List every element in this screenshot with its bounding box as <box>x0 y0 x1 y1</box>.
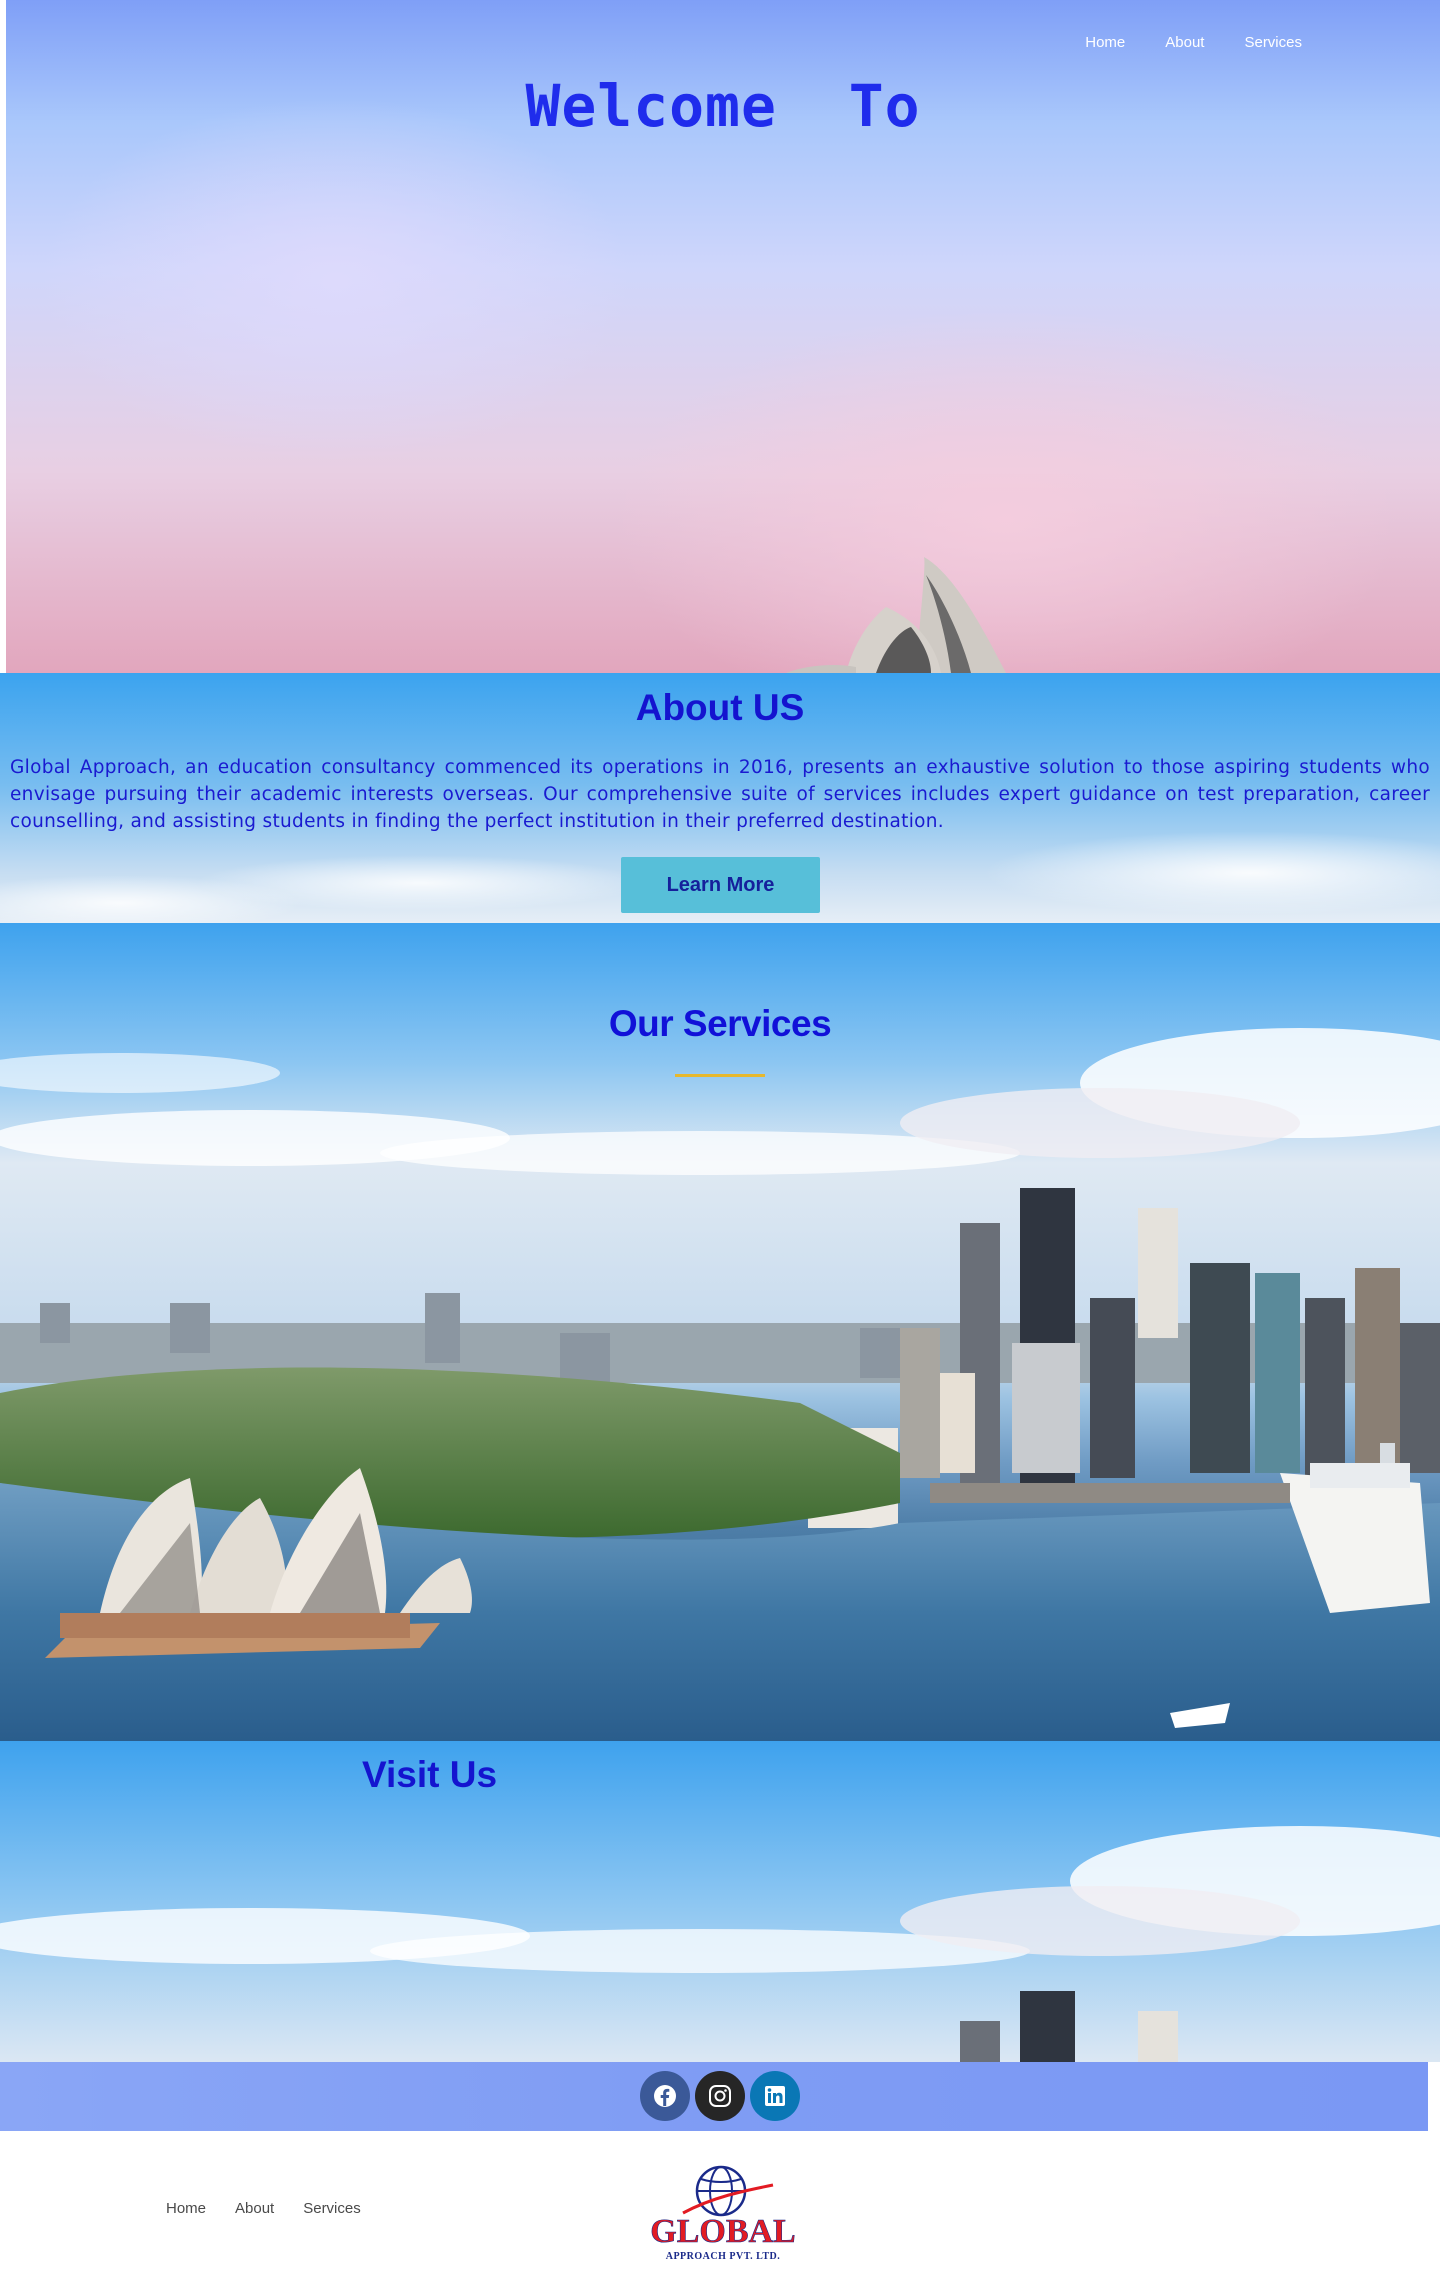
footer: Home About Services GLOBAL APPROACH PVT.… <box>0 2131 1440 2277</box>
about-description: Global Approach, an education consultanc… <box>10 757 1430 832</box>
about-title: About US <box>635 687 805 728</box>
social-bar <box>0 2062 1428 2131</box>
services-title: Our Services <box>608 1003 832 1044</box>
learn-more-button[interactable]: Learn More <box>621 857 820 913</box>
footer-link-home[interactable]: Home <box>166 2200 206 2217</box>
hero-section: Home About Services Welcome To <box>6 0 1440 673</box>
nav-link-services[interactable]: Services <box>1244 34 1302 51</box>
opera-house-peek-image <box>786 557 1006 673</box>
footer-nav: Home About Services <box>166 2200 361 2217</box>
footer-link-about[interactable]: About <box>235 2200 274 2217</box>
nav-link-home[interactable]: Home <box>1085 34 1125 51</box>
sydney-sky-image <box>0 1741 1440 2062</box>
instagram-icon[interactable] <box>695 2071 745 2121</box>
services-title-underline <box>675 1074 765 1077</box>
social-icons <box>640 2071 800 2121</box>
logo-wordmark: GLOBAL <box>650 2213 796 2251</box>
logo-tagline: APPROACH PVT. LTD. <box>665 2251 781 2262</box>
services-section: Our Services <box>0 923 1440 1741</box>
facebook-icon[interactable] <box>640 2071 690 2121</box>
hero-title: Welcome To <box>525 72 921 140</box>
global-approach-logo[interactable]: GLOBAL APPROACH PVT. LTD. <box>643 2161 803 2262</box>
about-section: About US Global Approach, an education c… <box>0 673 1440 923</box>
sydney-harbour-image <box>0 923 1440 1741</box>
header-nav: Home About Services <box>1085 34 1302 51</box>
visit-section: Visit Us <box>0 1741 1440 2062</box>
linkedin-icon[interactable] <box>750 2071 800 2121</box>
nav-link-about[interactable]: About <box>1165 34 1204 51</box>
footer-link-services[interactable]: Services <box>303 2200 361 2217</box>
visit-title: Visit Us <box>362 1754 498 1795</box>
globe-icon <box>682 2165 774 2217</box>
